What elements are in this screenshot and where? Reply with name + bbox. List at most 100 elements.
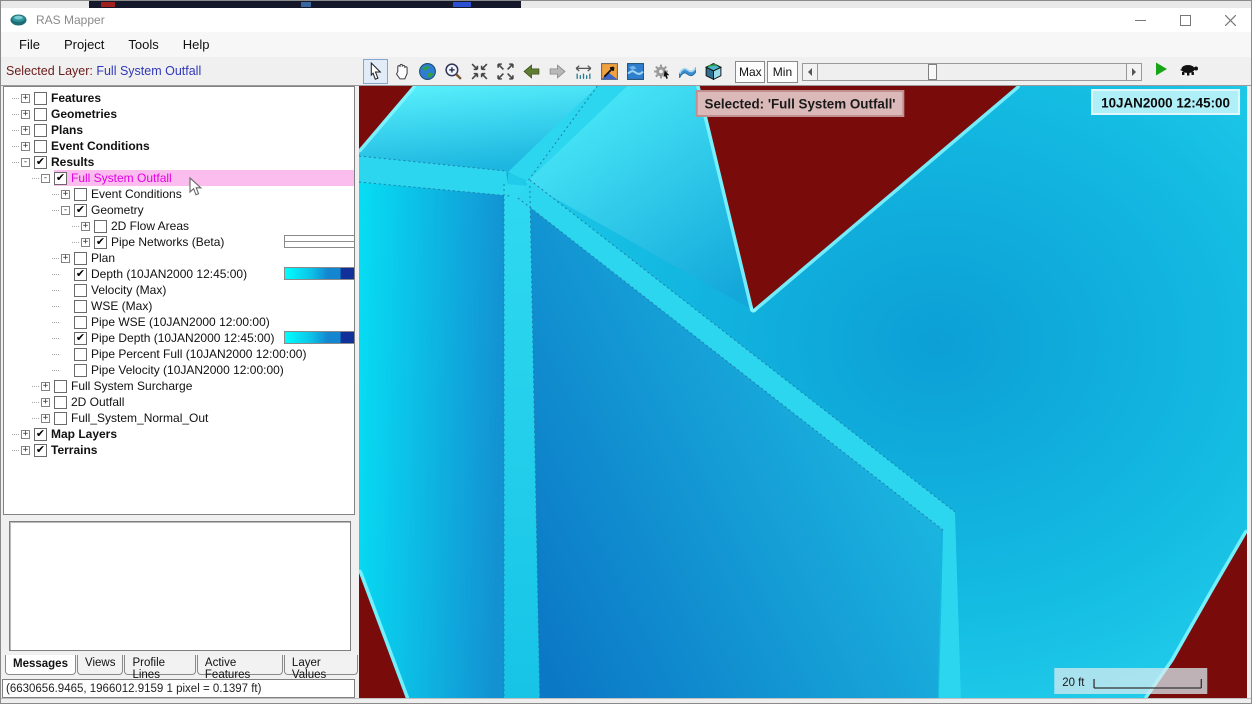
- expand-toggle-icon[interactable]: +: [21, 142, 30, 151]
- slider-thumb[interactable]: [928, 64, 937, 80]
- layer-checkbox-unchecked[interactable]: [74, 284, 87, 297]
- menu-item-tools[interactable]: Tools: [116, 33, 170, 56]
- tree-item-pipe-wse-10jan2000-12-00-00[interactable]: +Pipe WSE (10JAN2000 12:00:00): [4, 314, 354, 330]
- layer-checkbox-unchecked[interactable]: [34, 108, 47, 121]
- viewer-3d-cube-button[interactable]: [701, 59, 726, 84]
- nav-forward-button[interactable]: [545, 59, 570, 84]
- tree-item-full-system-surcharge[interactable]: +Full System Surcharge: [4, 378, 354, 394]
- tree-item-2d-flow-areas[interactable]: +2D Flow Areas: [4, 218, 354, 234]
- expand-toggle-icon[interactable]: +: [21, 446, 30, 455]
- tree-item-event-conditions[interactable]: +Event Conditions: [4, 186, 354, 202]
- tree-item-full-system-outfall[interactable]: -✔Full System Outfall: [4, 170, 354, 186]
- expand-toggle-icon[interactable]: +: [61, 190, 70, 199]
- layer-checkbox-unchecked[interactable]: [74, 348, 87, 361]
- tree-item-depth-10jan2000-12-45-00[interactable]: +✔Depth (10JAN2000 12:45:00): [4, 266, 354, 282]
- time-slider[interactable]: [802, 62, 1142, 81]
- layer-checkbox-checked[interactable]: ✔: [74, 332, 87, 345]
- layer-checkbox-unchecked[interactable]: [54, 380, 67, 393]
- tab-views[interactable]: Views: [77, 655, 123, 675]
- layer-checkbox-checked[interactable]: ✔: [74, 268, 87, 281]
- layer-checkbox-checked[interactable]: ✔: [74, 204, 87, 217]
- zoom-window-button[interactable]: [467, 59, 492, 84]
- settings-gear-button[interactable]: [649, 59, 674, 84]
- minimize-button[interactable]: [1118, 8, 1163, 32]
- layer-checkbox-unchecked[interactable]: [34, 124, 47, 137]
- tree-item-map-layers[interactable]: +✔Map Layers: [4, 426, 354, 442]
- layer-checkbox-unchecked[interactable]: [74, 316, 87, 329]
- maximize-button[interactable]: [1163, 8, 1208, 32]
- play-animation-button[interactable]: [1152, 60, 1170, 83]
- tree-item-velocity-max[interactable]: +Velocity (Max): [4, 282, 354, 298]
- layer-checkbox-unchecked[interactable]: [74, 364, 87, 377]
- expand-toggle-icon[interactable]: +: [61, 254, 70, 263]
- tree-item-results[interactable]: -✔ Results: [4, 154, 354, 170]
- layer-checkbox-checked[interactable]: ✔: [34, 428, 47, 441]
- cross-section-button[interactable]: [675, 59, 700, 84]
- tab-profile-lines[interactable]: Profile Lines: [124, 655, 195, 675]
- zoom-extents-globe-button[interactable]: [415, 59, 440, 84]
- tree-item-plans[interactable]: +Plans: [4, 122, 354, 138]
- slider-track[interactable]: [818, 63, 1126, 81]
- menu-item-help[interactable]: Help: [171, 33, 222, 56]
- expand-toggle-icon[interactable]: +: [81, 222, 90, 231]
- collapse-toggle-icon[interactable]: -: [21, 158, 30, 167]
- expand-toggle-icon[interactable]: +: [81, 238, 90, 247]
- map-values-button[interactable]: [623, 59, 648, 84]
- tree-item-full-system-normal-out[interactable]: +Full_System_Normal_Out: [4, 410, 354, 426]
- expand-toggle-icon[interactable]: +: [21, 94, 30, 103]
- tree-item-pipe-percent-full-10jan2000-12-00-00[interactable]: +Pipe Percent Full (10JAN2000 12:00:00): [4, 346, 354, 362]
- tree-item-plan[interactable]: +Plan: [4, 250, 354, 266]
- collapse-toggle-icon[interactable]: -: [41, 174, 50, 183]
- layer-checkbox-checked[interactable]: ✔: [94, 236, 107, 249]
- tree-item-2d-outfall[interactable]: +2D Outfall: [4, 394, 354, 410]
- layer-checkbox-unchecked[interactable]: [74, 300, 87, 313]
- layer-checkbox-checked[interactable]: ✔: [34, 444, 47, 457]
- pan-hand-button[interactable]: [389, 59, 414, 84]
- select-tool-button[interactable]: [363, 59, 388, 84]
- tab-layer-values[interactable]: Layer Values: [284, 655, 358, 675]
- tree-item-pipe-depth-10jan2000-12-45-00[interactable]: +✔Pipe Depth (10JAN2000 12:45:00): [4, 330, 354, 346]
- layer-checkbox-checked[interactable]: ✔: [54, 172, 67, 185]
- layer-checkbox-checked[interactable]: ✔: [34, 156, 47, 169]
- close-button[interactable]: [1208, 8, 1252, 32]
- profile-plot-button[interactable]: [597, 59, 622, 84]
- menu-item-project[interactable]: Project: [52, 33, 116, 56]
- max-button[interactable]: Max: [735, 61, 765, 83]
- menu-item-file[interactable]: File: [7, 33, 52, 56]
- measure-tool-button[interactable]: [571, 59, 596, 84]
- map-canvas[interactable]: Selected: 'Full System Outfall' 10JAN200…: [359, 86, 1247, 698]
- layer-checkbox-unchecked[interactable]: [74, 188, 87, 201]
- tree-item-pipe-velocity-10jan2000-12-00-00[interactable]: +Pipe Velocity (10JAN2000 12:00:00): [4, 362, 354, 378]
- tree-item-geometry[interactable]: -✔Geometry: [4, 202, 354, 218]
- slider-left-arrow[interactable]: [802, 63, 818, 81]
- full-extents-button[interactable]: [493, 59, 518, 84]
- min-button[interactable]: Min: [767, 61, 797, 83]
- layer-checkbox-unchecked[interactable]: [34, 140, 47, 153]
- expand-toggle-icon[interactable]: +: [21, 110, 30, 119]
- zoom-in-magnifier-button[interactable]: [441, 59, 466, 84]
- layer-checkbox-unchecked[interactable]: [74, 252, 87, 265]
- expand-toggle-icon[interactable]: +: [21, 430, 30, 439]
- tree-item-wse-max[interactable]: +WSE (Max): [4, 298, 354, 314]
- map-scale-bar: 20 ft: [1054, 668, 1207, 694]
- tree-item-terrains[interactable]: +✔Terrains: [4, 442, 354, 458]
- tree-item-label: Results: [51, 155, 94, 169]
- nav-back-button[interactable]: [519, 59, 544, 84]
- layer-checkbox-unchecked[interactable]: [94, 220, 107, 233]
- expand-toggle-icon[interactable]: +: [21, 126, 30, 135]
- slider-right-arrow[interactable]: [1126, 63, 1142, 81]
- expand-toggle-icon[interactable]: +: [41, 382, 50, 391]
- animation-speed-turtle-icon[interactable]: [1178, 62, 1200, 81]
- collapse-toggle-icon[interactable]: -: [61, 206, 70, 215]
- layer-checkbox-unchecked[interactable]: [54, 412, 67, 425]
- layer-checkbox-unchecked[interactable]: [54, 396, 67, 409]
- tree-item-features[interactable]: +Features: [4, 90, 354, 106]
- tab-messages[interactable]: Messages: [5, 655, 76, 675]
- layer-checkbox-unchecked[interactable]: [34, 92, 47, 105]
- expand-toggle-icon[interactable]: +: [41, 398, 50, 407]
- tree-item-pipe-networks-beta[interactable]: +✔Pipe Networks (Beta): [4, 234, 354, 250]
- tab-active-features[interactable]: Active Features: [197, 655, 283, 675]
- tree-item-event-conditions[interactable]: +Event Conditions: [4, 138, 354, 154]
- tree-item-geometries[interactable]: +Geometries: [4, 106, 354, 122]
- expand-toggle-icon[interactable]: +: [41, 414, 50, 423]
